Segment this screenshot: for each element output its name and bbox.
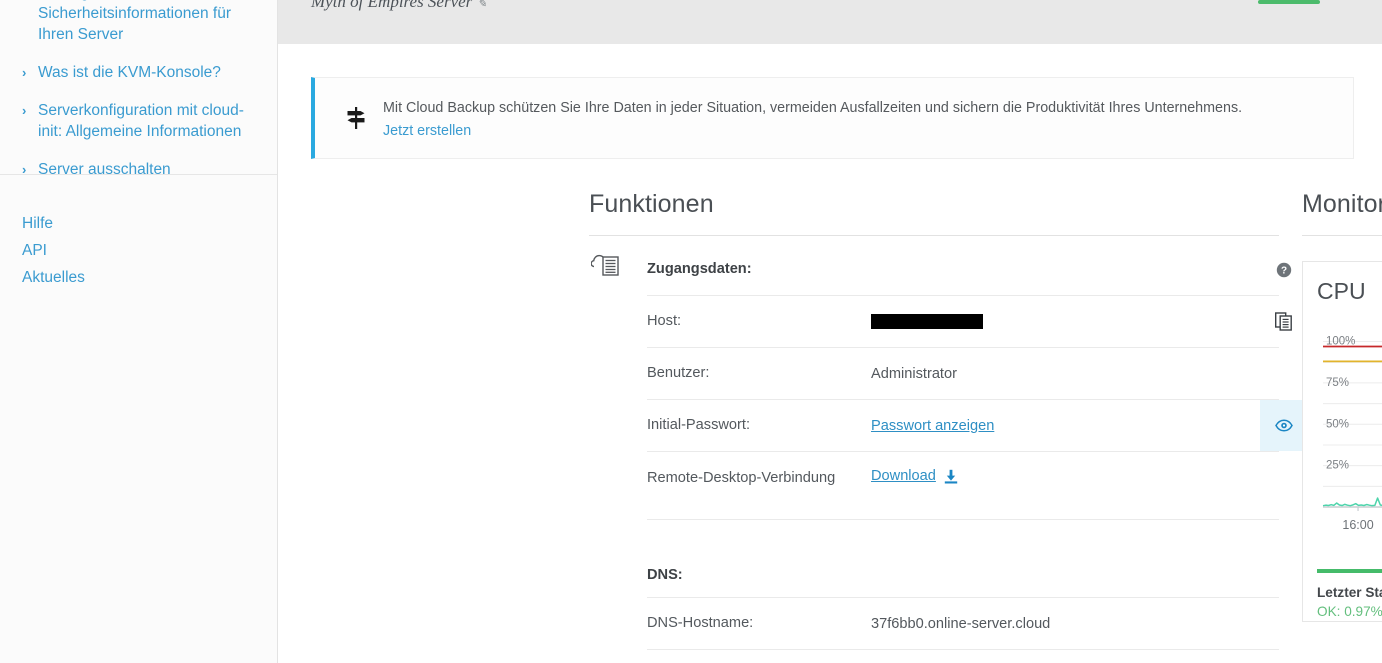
chevron-right-icon: ›	[22, 103, 27, 118]
table-row: Zugangsdaten: ?	[647, 244, 1292, 296]
signpost-icon	[339, 106, 373, 130]
show-password-link[interactable]: Passwort anzeigen	[871, 418, 994, 434]
svg-text:50%: 50%	[1326, 418, 1349, 430]
row-label-benutzer: Benutzer:	[647, 365, 710, 381]
cpu-status-bar	[1317, 569, 1382, 573]
row-value-dns-hostname: 37f6bb0.online-server.cloud	[871, 615, 1051, 632]
sidebar-item-aktuelles[interactable]: Aktuelles	[22, 264, 85, 291]
svg-text:?: ?	[1281, 265, 1287, 276]
cpu-monitor-card: CPU 100%75%50%25%16:002. Juni08:00 Letzt…	[1302, 261, 1382, 622]
row-value-host	[871, 314, 983, 329]
table-row: Host:	[647, 296, 1292, 348]
access-data-group: Zugangsdaten: ? Host: Benutzer: Administ…	[589, 236, 1308, 663]
banner-text: Mit Cloud Backup schützen Sie Ihre Daten…	[383, 99, 1243, 116]
page-title-text: Myth of Empires Server	[311, 0, 473, 11]
sidebar-help-link-2[interactable]: › Serverkonfiguration mit cloud-init: Al…	[22, 100, 255, 142]
download-icon[interactable]	[944, 469, 958, 484]
svg-text:75%: 75%	[1326, 377, 1349, 389]
sidebar-item-api[interactable]: API	[22, 237, 85, 264]
monitoring-section: Monitoring CPU 100% 75% 50% 25% 16:00	[1302, 190, 1382, 622]
sidebar-divider	[0, 174, 277, 175]
copy-icon[interactable]	[1260, 296, 1308, 347]
sidebar-help-link-0-label: Wichtige Sicherheitsinformationen für Ih…	[38, 0, 231, 43]
monitoring-title: Monitoring	[1302, 190, 1382, 218]
cpu-status-label: Letzter Status:	[1317, 585, 1382, 600]
group-spacer-2	[647, 650, 1279, 663]
sidebar-help-link-1[interactable]: › Was ist die KVM-Konsole?	[22, 62, 255, 83]
table-row: DNS:	[647, 554, 1279, 598]
cloud-backup-banner: Mit Cloud Backup schützen Sie Ihre Daten…	[311, 77, 1354, 159]
cpu-status-value: OK: 0.97% ausgelastet	[1317, 604, 1382, 619]
row-value-initial-passwort: Passwort anzeigen	[871, 418, 994, 434]
monitoring-rule	[1302, 235, 1382, 236]
row-label-initial-passwort: Initial-Passwort:	[647, 417, 750, 433]
page-header-strip: Myth of Empires Server ✎	[278, 0, 1382, 44]
status-badge	[1258, 0, 1320, 4]
table-row: Initial-Passwort: Passwort anzeigen	[647, 400, 1308, 452]
row-label-dns-hostname: DNS-Hostname:	[647, 615, 754, 631]
sidebar-help-link-1-label: Was ist die KVM-Konsole?	[38, 64, 221, 81]
svg-text:100%: 100%	[1326, 336, 1355, 348]
content-columns: Funktionen Zugangsdaten: ? Host: Benutze…	[278, 190, 1382, 663]
chevron-right-icon: ›	[22, 65, 27, 80]
page-root: › Wichtige Sicherheitsinformationen für …	[0, 0, 1382, 663]
main-content: Myth of Empires Server✎ Mit Cloud Backu	[278, 0, 1382, 663]
functions-title: Funktionen	[589, 190, 714, 218]
banner-create-link[interactable]: Jetzt erstellen	[383, 123, 1242, 139]
rdp-download-link[interactable]: Download	[871, 468, 936, 484]
cpu-chart-svg: 100%75%50%25%16:002. Juni08:00	[1322, 336, 1382, 532]
page-title: Myth of Empires Server ✎	[311, 0, 487, 12]
sidebar-help-link-3-label: Server ausschalten	[38, 161, 171, 178]
row-label-zugangsdaten: Zugangsdaten:	[647, 261, 752, 277]
sidebar: › Wichtige Sicherheitsinformationen für …	[0, 0, 278, 663]
cpu-card-title: CPU	[1317, 278, 1366, 304]
row-label-host: Host:	[647, 313, 682, 329]
cpu-chart: 100%75%50%25%16:002. Juni08:00	[1317, 311, 1382, 563]
redacted-host-value	[871, 314, 983, 329]
cloud-server-icon	[590, 250, 623, 278]
row-label-remote-desktop: Remote-Desktop-Verbindung	[647, 470, 836, 486]
sidebar-help-link-3[interactable]: › Server ausschalten	[22, 159, 255, 180]
sidebar-help-link-0[interactable]: › Wichtige Sicherheitsinformationen für …	[22, 0, 255, 45]
eye-icon[interactable]	[1260, 400, 1308, 451]
row-value-benutzer: Administrator	[871, 365, 957, 382]
sidebar-footer-links: Hilfe API Aktuelles	[22, 210, 85, 291]
sidebar-help-links: › Wichtige Sicherheitsinformationen für …	[0, 0, 277, 180]
sidebar-item-hilfe[interactable]: Hilfe	[22, 210, 85, 237]
table-row: Benutzer: Administrator	[647, 348, 1279, 400]
chevron-right-icon: ›	[22, 162, 27, 177]
row-value-remote-desktop: Download	[871, 468, 958, 484]
svg-text:25%: 25%	[1326, 460, 1349, 472]
chevron-right-icon: ›	[22, 0, 36, 3]
sidebar-help-link-2-label: Serverkonfiguration mit cloud-init: Allg…	[38, 102, 244, 140]
help-icon[interactable]: ?	[1260, 244, 1308, 295]
table-row: DNS-Hostname: 37f6bb0.online-server.clou…	[647, 598, 1279, 650]
functions-section: Funktionen Zugangsdaten: ? Host: Benutze…	[589, 190, 1308, 663]
svg-text:16:00: 16:00	[1342, 518, 1373, 532]
table-row: Remote-Desktop-Verbindung Download	[647, 452, 1279, 520]
row-label-dns: DNS:	[647, 567, 683, 583]
pencil-icon[interactable]: ✎	[477, 0, 486, 10]
